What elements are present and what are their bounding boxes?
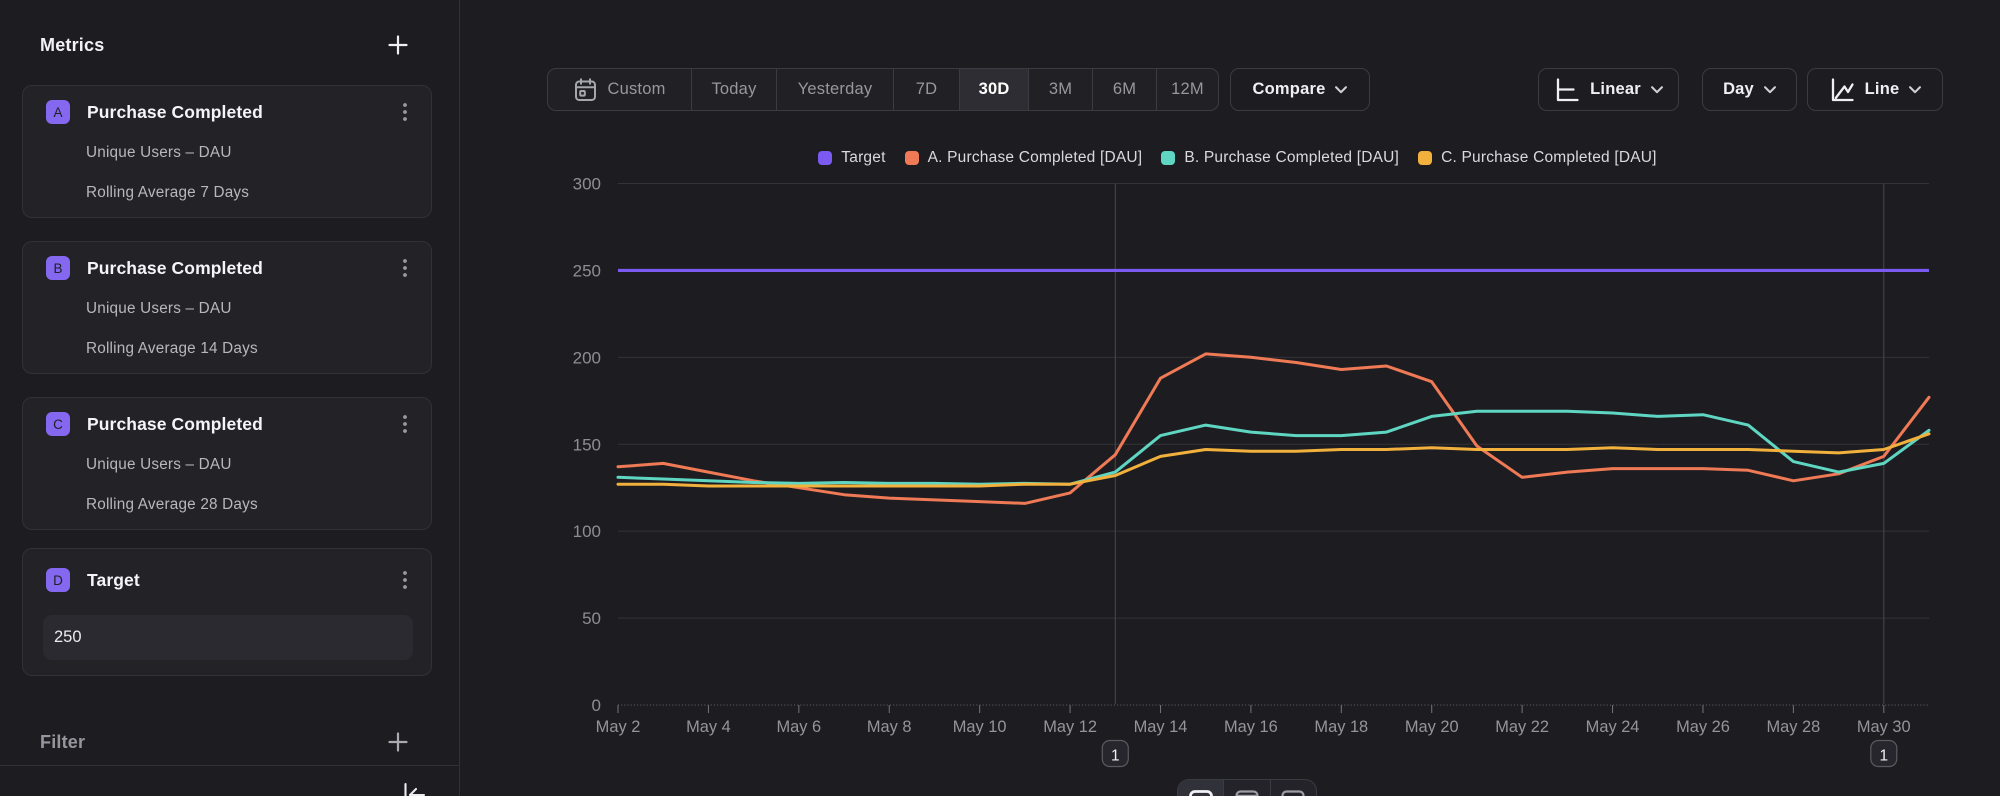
y-axis-label: 300 <box>573 175 601 194</box>
kebab-menu-icon[interactable] <box>393 412 417 436</box>
sidebar-header: Metrics <box>40 30 409 60</box>
x-axis-label: May 8 <box>867 718 912 736</box>
annotation-badge-label: 1 <box>1879 748 1888 765</box>
x-axis-label: May 18 <box>1314 718 1368 736</box>
series-line-b <box>618 411 1929 484</box>
collapse-left-icon <box>401 782 427 796</box>
add-metric-button[interactable] <box>387 34 409 56</box>
chart-and-table-view-button[interactable] <box>1271 780 1316 796</box>
metric-letter-badge: D <box>46 568 70 592</box>
chart-and-table-view-icon <box>1281 790 1305 796</box>
metric-card-target: D Target <box>22 548 432 676</box>
y-axis-label: 200 <box>573 348 601 367</box>
plus-icon <box>387 34 409 56</box>
metric-event-property: Unique Users – DAU <box>86 300 232 318</box>
metric-card-head: B Purchase Completed <box>46 256 415 280</box>
plus-icon <box>387 731 409 753</box>
x-axis-label: May 24 <box>1586 718 1640 736</box>
x-axis-label: May 10 <box>953 718 1007 736</box>
sidebar-title: Metrics <box>40 35 104 56</box>
kebab-menu-icon[interactable] <box>393 568 417 592</box>
metric-card-head: D Target <box>46 568 415 592</box>
chart-view-icon <box>1189 790 1213 796</box>
y-axis-label: 250 <box>573 261 601 280</box>
y-axis-label: 150 <box>573 435 601 454</box>
x-axis-label: May 26 <box>1676 718 1730 736</box>
y-axis-label: 0 <box>592 696 601 715</box>
kebab-menu-icon[interactable] <box>393 100 417 124</box>
metric-letter-badge: A <box>46 100 70 124</box>
chart-view-button[interactable] <box>1178 780 1224 796</box>
filter-row: Filter <box>40 728 409 756</box>
metric-card-head: A Purchase Completed <box>46 100 415 124</box>
metrics-sidebar: Metrics A Purchase Completed Unique Users … <box>0 0 460 796</box>
metric-letter-badge: B <box>46 256 70 280</box>
filter-title: Filter <box>40 732 85 753</box>
series-line-a <box>618 354 1929 504</box>
x-axis-label: May 6 <box>777 718 822 736</box>
sidebar-footer-divider <box>0 765 459 766</box>
metric-card-b: B Purchase Completed Unique Users – DAU Rol… <box>22 241 432 374</box>
y-axis-label: 50 <box>582 609 601 628</box>
view-toggle-group <box>1177 779 1317 796</box>
x-axis-label: May 14 <box>1134 718 1188 736</box>
x-axis-label: May 30 <box>1857 718 1911 736</box>
metric-card-c: C Purchase Completed Unique Users – DAU Rol… <box>22 397 432 530</box>
metric-letter-badge: C <box>46 412 70 436</box>
metric-rolling-average: Rolling Average 14 Days <box>86 340 258 358</box>
add-filter-button[interactable] <box>387 731 409 753</box>
x-axis-label: May 2 <box>596 718 641 736</box>
metric-rolling-average: Rolling Average 28 Days <box>86 496 258 514</box>
annotation-badge-label: 1 <box>1111 748 1120 765</box>
kebab-menu-icon[interactable] <box>393 256 417 280</box>
x-axis-label: May 4 <box>686 718 731 736</box>
y-axis-label: 100 <box>573 522 601 541</box>
chart-panel: CustomTodayYesterday7D30D3M6M12M Compare… <box>461 0 2000 796</box>
x-axis-label: May 20 <box>1405 718 1459 736</box>
metric-title: Purchase Completed <box>87 258 393 279</box>
metric-title: Target <box>87 570 393 591</box>
line-chart: 0 50 100 150 200 250 300 May 2 May 4 May 6 May 8 Ma… <box>461 0 2000 796</box>
metric-card-a: A Purchase Completed Unique Users – DAU Rol… <box>22 85 432 218</box>
table-view-button[interactable] <box>1224 780 1270 796</box>
collapse-sidebar-button[interactable] <box>401 782 427 796</box>
table-view-icon <box>1235 790 1259 796</box>
metric-event-property: Unique Users – DAU <box>86 456 232 474</box>
x-axis-label: May 28 <box>1767 718 1821 736</box>
series-line-c <box>618 434 1929 486</box>
x-axis-label: May 22 <box>1495 718 1549 736</box>
metric-title: Purchase Completed <box>87 102 393 123</box>
metric-event-property: Unique Users – DAU <box>86 144 232 162</box>
target-value-input[interactable] <box>43 615 413 660</box>
x-axis-label: May 16 <box>1224 718 1278 736</box>
metric-rolling-average: Rolling Average 7 Days <box>86 184 249 202</box>
metric-card-head: C Purchase Completed <box>46 412 415 436</box>
x-axis-label: May 12 <box>1043 718 1097 736</box>
metric-title: Purchase Completed <box>87 414 393 435</box>
